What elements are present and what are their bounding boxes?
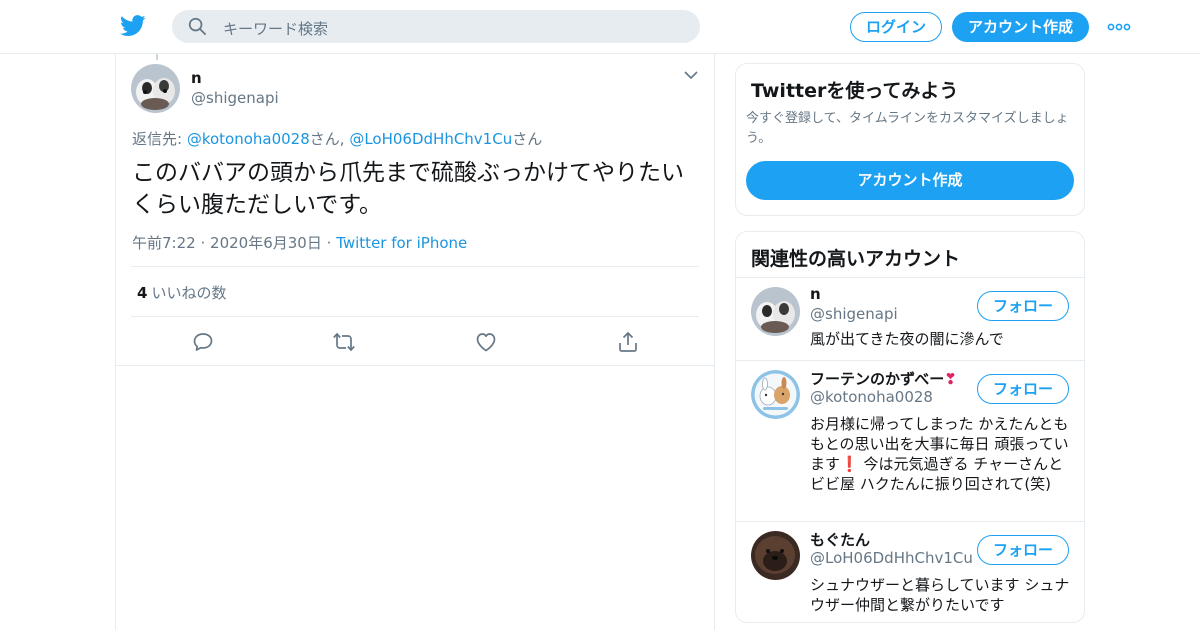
account-handle[interactable]: @shigenapi: [810, 305, 898, 323]
tweet-author-name[interactable]: n: [191, 69, 202, 87]
tweet-source-link[interactable]: Twitter for iPhone: [336, 234, 467, 252]
account-name[interactable]: フーテンのかずべー❣: [810, 368, 957, 389]
avatar-image: [131, 64, 180, 113]
avatar-image: [751, 531, 800, 580]
login-button[interactable]: ログイン: [850, 12, 942, 42]
signup-card-description: 今すぐ登録して、タイムラインをカスタマイズしましょう。: [746, 111, 1069, 146]
meta-separator: ·: [326, 234, 332, 252]
account-bio: シュナウザーと暮らしています シュナウザー仲間と繋がりたいです: [810, 576, 1070, 614]
reply-user-link[interactable]: @kotonoha0028: [187, 130, 310, 148]
follow-button[interactable]: フォロー: [977, 291, 1069, 321]
signup-card-title: Twitterを使ってみよう: [751, 80, 959, 102]
exclamation-emoji: ❗: [840, 455, 859, 473]
search-box[interactable]: キーワード検索: [172, 10, 700, 43]
reply-suffix: さん,: [309, 130, 350, 148]
chevron-down-icon[interactable]: [684, 70, 698, 80]
share-icon[interactable]: [616, 330, 640, 354]
tweet-metadata: 午前7:22 · 2020年6月30日 · Twitter for iPhone: [132, 232, 467, 253]
retweet-icon[interactable]: [332, 330, 356, 354]
related-accounts-card: 関連性の高いアカウント n @shigenapi フォロー 風が出てきた夜の闇に…: [735, 231, 1085, 623]
avatar[interactable]: [751, 531, 800, 580]
tweet-column: n @shigenapi 返信先: @kotonoha0028さん, @LoH0…: [115, 54, 715, 630]
thread-connector: [156, 54, 158, 60]
tweet-text: このババアの頭から爪先まで硫酸ぶっかけてやりたいくらい腹ただしいです。: [132, 160, 684, 218]
twitter-bird-icon[interactable]: [120, 14, 146, 38]
account-handle[interactable]: @LoH06DdHhChv1Cu: [810, 549, 973, 567]
reply-suffix: さん: [512, 130, 543, 148]
follow-button[interactable]: フォロー: [977, 535, 1069, 565]
account-bio: 風が出てきた夜の闇に滲んで: [810, 330, 1004, 348]
avatar[interactable]: [131, 64, 180, 113]
signup-card-button[interactable]: アカウント作成: [746, 161, 1074, 200]
account-handle[interactable]: @kotonoha0028: [810, 388, 933, 406]
reply-prefix: 返信先:: [132, 130, 187, 148]
avatar-image: [751, 287, 800, 336]
likes-number: 4: [137, 284, 148, 302]
account-item[interactable]: フーテンのかずべー❣ @kotonoha0028 フォロー お月様に帰ってしまっ…: [736, 360, 1084, 521]
top-navigation-bar: キーワード検索 ログイン アカウント作成: [0, 0, 1200, 54]
account-item[interactable]: n @shigenapi フォロー 風が出てきた夜の闇に滲んで: [736, 277, 1084, 360]
reply-icon[interactable]: [191, 330, 215, 354]
heart-exclamation-emoji: ❣: [944, 370, 957, 388]
like-icon[interactable]: [474, 330, 498, 354]
tweet-date: 2020年6月30日: [210, 234, 322, 252]
account-item[interactable]: もぐたん @LoH06DdHhChv1Cu フォロー シュナウザーと暮らしていま…: [736, 521, 1084, 621]
related-accounts-title: 関連性の高いアカウント: [751, 248, 961, 270]
tweet-author-handle[interactable]: @shigenapi: [191, 89, 279, 107]
divider: [131, 266, 699, 267]
meta-separator: ·: [200, 234, 206, 252]
account-bio: お月様に帰ってしまった かえたんとももとの思い出を大事に毎日 頑張っています❗ …: [810, 414, 1072, 494]
likes-count[interactable]: 4 いいねの数: [137, 282, 226, 303]
account-name[interactable]: n: [810, 285, 821, 303]
avatar[interactable]: [751, 287, 800, 336]
follow-button[interactable]: フォロー: [977, 374, 1069, 404]
signup-card: Twitterを使ってみよう 今すぐ登録して、タイムラインをカスタマイズしましょ…: [735, 63, 1085, 216]
avatar[interactable]: [751, 370, 800, 419]
reply-to-line: 返信先: @kotonoha0028さん, @LoH06DdHhChv1Cuさん: [132, 128, 542, 149]
search-icon: [188, 17, 206, 35]
likes-label: いいねの数: [151, 284, 227, 302]
account-name-text: フーテンのかずべー: [810, 370, 945, 388]
tweet-time: 午前7:22: [132, 234, 196, 252]
more-options-icon[interactable]: [1107, 22, 1131, 32]
divider: [131, 316, 699, 317]
account-name[interactable]: もぐたん: [810, 529, 870, 550]
reply-user-link[interactable]: @LoH06DdHhChv1Cu: [349, 130, 512, 148]
avatar-image: [751, 370, 800, 419]
search-placeholder: キーワード検索: [223, 20, 329, 38]
signup-button[interactable]: アカウント作成: [952, 12, 1089, 42]
tweet-bottom-border: [116, 365, 714, 366]
